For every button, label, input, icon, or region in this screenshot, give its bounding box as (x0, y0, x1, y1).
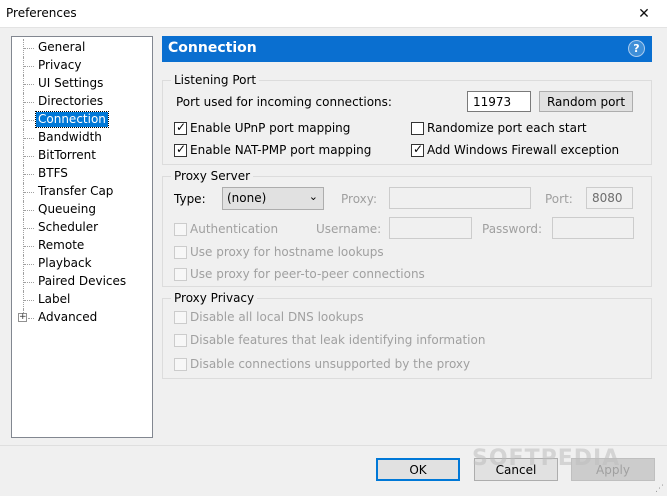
password-label: Password: (482, 222, 543, 236)
tree-item-general[interactable]: General (12, 39, 152, 57)
cancel-button[interactable]: Cancel (474, 458, 558, 481)
title-bar: Preferences ✕ (0, 0, 667, 28)
username-label: Username: (316, 222, 382, 236)
disable-dns-checkbox[interactable]: Disable all local DNS lookups (174, 309, 364, 325)
checkbox-icon[interactable] (174, 120, 187, 135)
ok-button[interactable]: OK (376, 458, 460, 481)
checkbox-icon[interactable] (174, 142, 187, 157)
password-input[interactable] (552, 217, 634, 239)
category-tree[interactable]: General Privacy UI Settings Directories … (11, 36, 153, 438)
p2p-proxy-checkbox[interactable]: Use proxy for peer-to-peer connections (174, 266, 425, 282)
checkbox-icon[interactable] (174, 245, 187, 259)
proxy-host-input[interactable] (389, 187, 531, 209)
proxy-port-input[interactable]: 8080 (586, 187, 633, 209)
hostname-lookups-checkbox[interactable]: Use proxy for hostname lookups (174, 244, 384, 260)
checkbox-icon[interactable] (174, 357, 187, 371)
tree-item-label[interactable]: Label (12, 291, 152, 309)
tree-item-paired-devices[interactable]: Paired Devices (12, 273, 152, 291)
tree-item-bandwidth[interactable]: Bandwidth (12, 129, 152, 147)
tree-item-privacy[interactable]: Privacy (12, 57, 152, 75)
listening-port-legend: Listening Port (174, 73, 257, 87)
proxy-port-label: Port: (545, 192, 573, 206)
port-input[interactable]: 11973 (467, 91, 531, 112)
panel-title: Connection (168, 40, 257, 56)
authentication-checkbox[interactable]: Authentication (174, 221, 278, 237)
disable-unsupported-checkbox[interactable]: Disable connections unsupported by the p… (174, 356, 470, 372)
port-label: Port used for incoming connections: (176, 95, 392, 109)
checkbox-icon[interactable] (174, 310, 187, 324)
tree-item-connection[interactable]: Connection (12, 111, 152, 129)
upnp-checkbox[interactable]: Enable UPnP port mapping (174, 120, 350, 136)
tree-item-scheduler[interactable]: Scheduler (12, 219, 152, 237)
chevron-down-icon: ⌄ (308, 190, 318, 203)
tree-item-directories[interactable]: Directories (12, 93, 152, 111)
checkbox-icon[interactable] (411, 121, 424, 135)
disable-leak-checkbox[interactable]: Disable features that leak identifying i… (174, 332, 485, 348)
natpmp-checkbox[interactable]: Enable NAT-PMP port mapping (174, 142, 371, 158)
tree-item-advanced[interactable]: + Advanced (12, 309, 152, 326)
checkbox-icon[interactable] (174, 222, 187, 236)
expand-icon[interactable]: + (18, 313, 27, 322)
checkbox-icon[interactable] (411, 142, 424, 157)
tree-item-ui-settings[interactable]: UI Settings (12, 75, 152, 93)
proxy-server-legend: Proxy Server (174, 169, 251, 183)
panel-header: Connection ? (162, 36, 652, 62)
proxy-type-select[interactable]: (none) ⌄ (222, 187, 324, 210)
apply-button[interactable]: Apply (571, 458, 655, 481)
username-input[interactable] (389, 217, 472, 239)
help-icon[interactable]: ? (628, 40, 645, 57)
tree-item-playback[interactable]: Playback (12, 255, 152, 273)
proxy-privacy-legend: Proxy Privacy (174, 291, 255, 305)
tree-item-transfer-cap[interactable]: Transfer Cap (12, 183, 152, 201)
tree-item-queueing[interactable]: Queueing (12, 201, 152, 219)
resize-grip-icon[interactable]: ⋰ (655, 484, 665, 494)
checkbox-icon[interactable] (174, 333, 187, 347)
checkbox-icon[interactable] (174, 267, 187, 281)
random-port-button[interactable]: Random port (539, 91, 633, 112)
randomize-port-checkbox[interactable]: Randomize port each start (411, 120, 587, 136)
firewall-checkbox[interactable]: Add Windows Firewall exception (411, 142, 619, 158)
window-title: Preferences (6, 6, 77, 20)
button-bar (0, 445, 667, 496)
tree-item-remote[interactable]: Remote (12, 237, 152, 255)
tree-item-btfs[interactable]: BTFS (12, 165, 152, 183)
close-icon[interactable]: ✕ (621, 0, 667, 28)
proxy-host-label: Proxy: (341, 192, 378, 206)
proxy-type-label: Type: (174, 192, 206, 206)
tree-item-bittorrent[interactable]: BitTorrent (12, 147, 152, 165)
